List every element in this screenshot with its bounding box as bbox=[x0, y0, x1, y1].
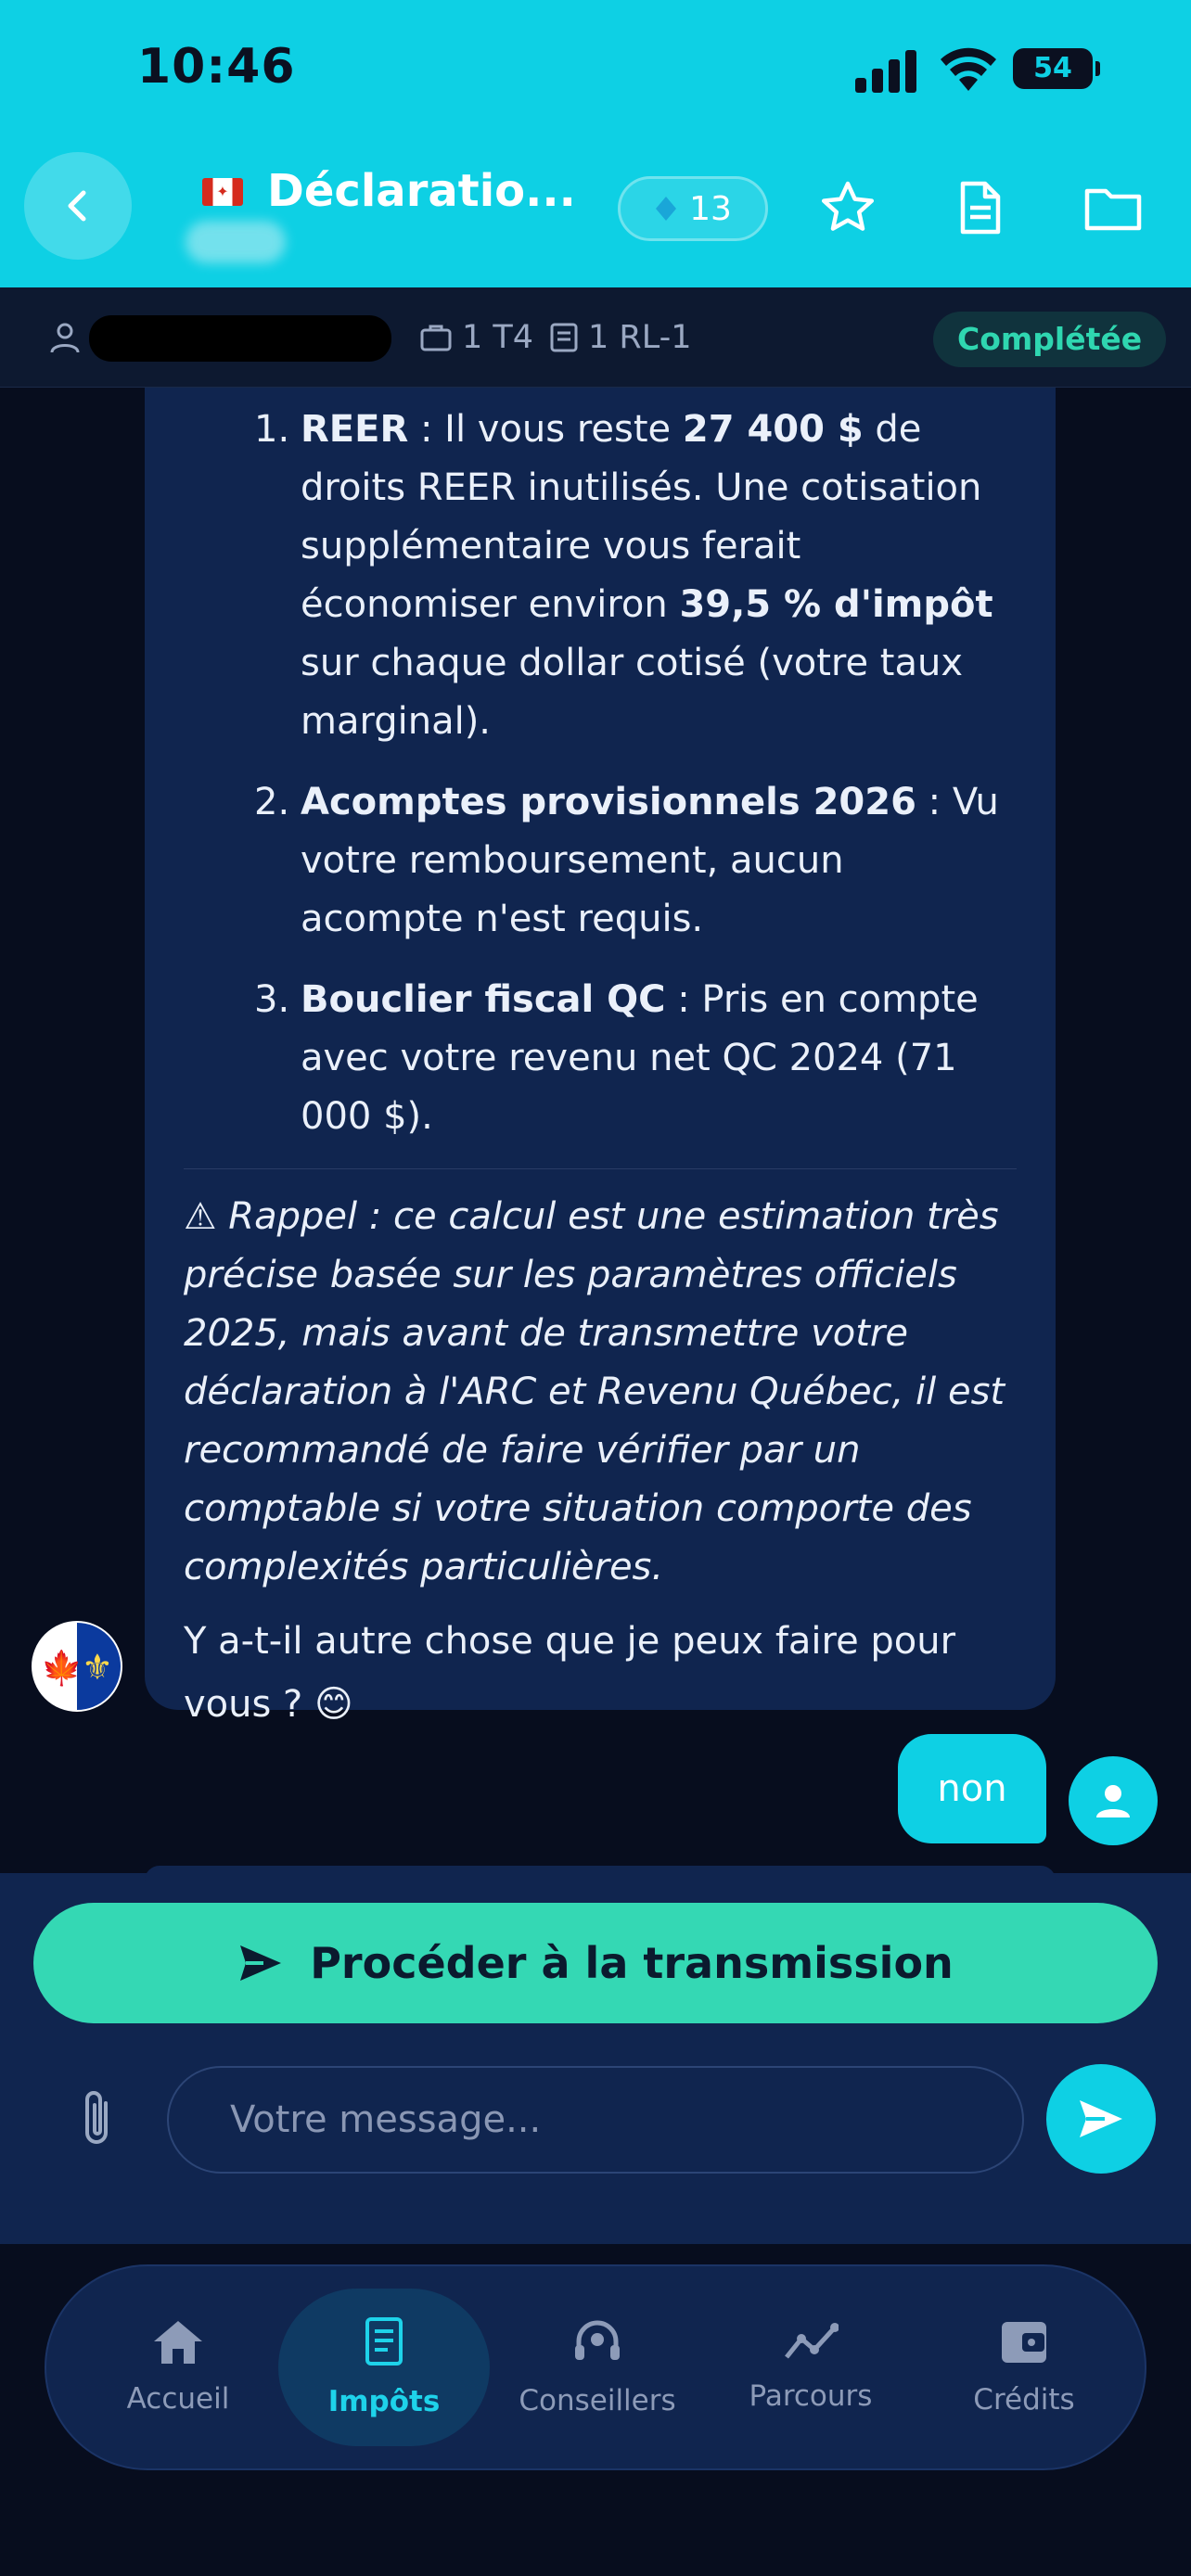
wallet-icon bbox=[1002, 2322, 1046, 2363]
divider bbox=[184, 1168, 1017, 1169]
advice-number: 2. bbox=[254, 781, 290, 823]
redacted-subtitle bbox=[186, 221, 286, 263]
user-icon bbox=[50, 323, 80, 353]
fleur-de-lis-icon: ⚜ bbox=[81, 1647, 113, 1688]
bubble-peek bbox=[145, 1866, 1056, 1881]
t4-label: 1 T4 bbox=[462, 319, 534, 356]
credits-badge[interactable]: 13 bbox=[618, 176, 768, 241]
chevron-left-icon bbox=[68, 190, 86, 222]
user-avatar bbox=[1069, 1756, 1158, 1845]
nav-label: Parcours bbox=[749, 2379, 873, 2413]
advice-text: sur chaque dollar cotisé (votre taux mar… bbox=[301, 642, 964, 743]
advice-item: 3. Bouclier fiscal QC : Pris en compte av… bbox=[184, 971, 1017, 1146]
advice-text: : Il vous reste bbox=[408, 408, 683, 451]
nav-item-parcours[interactable]: Parcours bbox=[705, 2289, 916, 2446]
star-icon[interactable] bbox=[818, 178, 877, 237]
advice-number: 1. bbox=[254, 408, 290, 451]
advice-item: 2. Acomptes provisionnels 2026 : Vu votre… bbox=[184, 773, 1017, 949]
receipt-icon bbox=[365, 2317, 403, 2366]
send-icon bbox=[240, 1945, 282, 1981]
page-title[interactable]: Déclaratio... bbox=[267, 165, 576, 217]
advice-emphasis: 39,5 % d'impôt bbox=[679, 583, 993, 626]
document-icon[interactable] bbox=[950, 178, 1009, 237]
maple-leaf-icon: 🍁 bbox=[41, 1650, 83, 1688]
home-icon bbox=[154, 2321, 202, 2364]
person-icon bbox=[1096, 1785, 1130, 1817]
headset-icon bbox=[575, 2320, 620, 2360]
proceed-label: Procéder à la transmission bbox=[310, 1938, 954, 1988]
cellular-signal-icon bbox=[855, 46, 920, 93]
nav-label: Conseillers bbox=[519, 2384, 676, 2417]
nav-label: Impôts bbox=[327, 2385, 441, 2418]
assistant-avatar: 🍁 ⚜ bbox=[32, 1621, 122, 1712]
proceed-transmission-button[interactable]: Procéder à la transmission bbox=[33, 1903, 1158, 2023]
user-message: non bbox=[898, 1734, 1046, 1843]
wifi-icon bbox=[941, 47, 996, 91]
follow-up-question: Y a-t-il autre chose que je peux faire p… bbox=[184, 1620, 956, 1726]
send-icon bbox=[1080, 2100, 1122, 2137]
status-badge: Complétée bbox=[933, 312, 1167, 367]
t4-count: 1 T4 bbox=[419, 319, 533, 356]
status-time: 10:46 bbox=[137, 39, 296, 95]
diamond-icon bbox=[656, 197, 677, 221]
advice-emphasis: 27 400 $ bbox=[682, 408, 864, 451]
rl1-count: 1 RL-1 bbox=[549, 319, 692, 356]
attachment-icon[interactable] bbox=[72, 2086, 124, 2151]
nav-item-impots[interactable]: Impôts bbox=[278, 2289, 490, 2446]
app-header: 10:46 54 ✦ Déclaratio... 13 bbox=[0, 0, 1191, 287]
redacted-user-name bbox=[89, 315, 391, 362]
send-button[interactable] bbox=[1046, 2064, 1156, 2174]
nav-label: Crédits bbox=[973, 2383, 1075, 2417]
advice-item: 1. REER : Il vous reste 27 400 $ de droit… bbox=[184, 401, 1017, 751]
advice-emphasis: REER bbox=[301, 408, 409, 451]
bottom-nav: Accueil Impôts Conseillers Parcours Créd… bbox=[45, 2264, 1146, 2470]
canada-flag-icon: ✦ bbox=[202, 178, 243, 206]
folder-icon[interactable] bbox=[1083, 178, 1143, 237]
credits-count: 13 bbox=[689, 189, 732, 228]
trend-icon bbox=[785, 2323, 839, 2359]
advice-emphasis: Acomptes provisionnels 2026 bbox=[301, 781, 916, 823]
advice-emphasis: Bouclier fiscal QC bbox=[301, 978, 666, 1021]
battery-icon: 54 bbox=[1013, 48, 1100, 89]
briefcase-icon bbox=[420, 325, 452, 351]
nav-item-accueil[interactable]: Accueil bbox=[72, 2289, 284, 2446]
nav-item-credits[interactable]: Crédits bbox=[918, 2289, 1130, 2446]
advice-number: 3. bbox=[254, 978, 290, 1021]
receipt-icon bbox=[550, 323, 578, 352]
message-input[interactable] bbox=[167, 2066, 1024, 2174]
warning-note: ⚠ Rappel : ce calcul est une estimation … bbox=[184, 1195, 1005, 1588]
nav-label: Accueil bbox=[126, 2382, 230, 2416]
nav-item-conseillers[interactable]: Conseillers bbox=[492, 2289, 703, 2446]
advice-list: 1. REER : Il vous reste 27 400 $ de droit… bbox=[184, 401, 1017, 1146]
back-button[interactable] bbox=[24, 152, 132, 260]
assistant-message: 1. REER : Il vous reste 27 400 $ de droit… bbox=[145, 388, 1056, 1726]
rl1-label: 1 RL-1 bbox=[588, 319, 692, 356]
